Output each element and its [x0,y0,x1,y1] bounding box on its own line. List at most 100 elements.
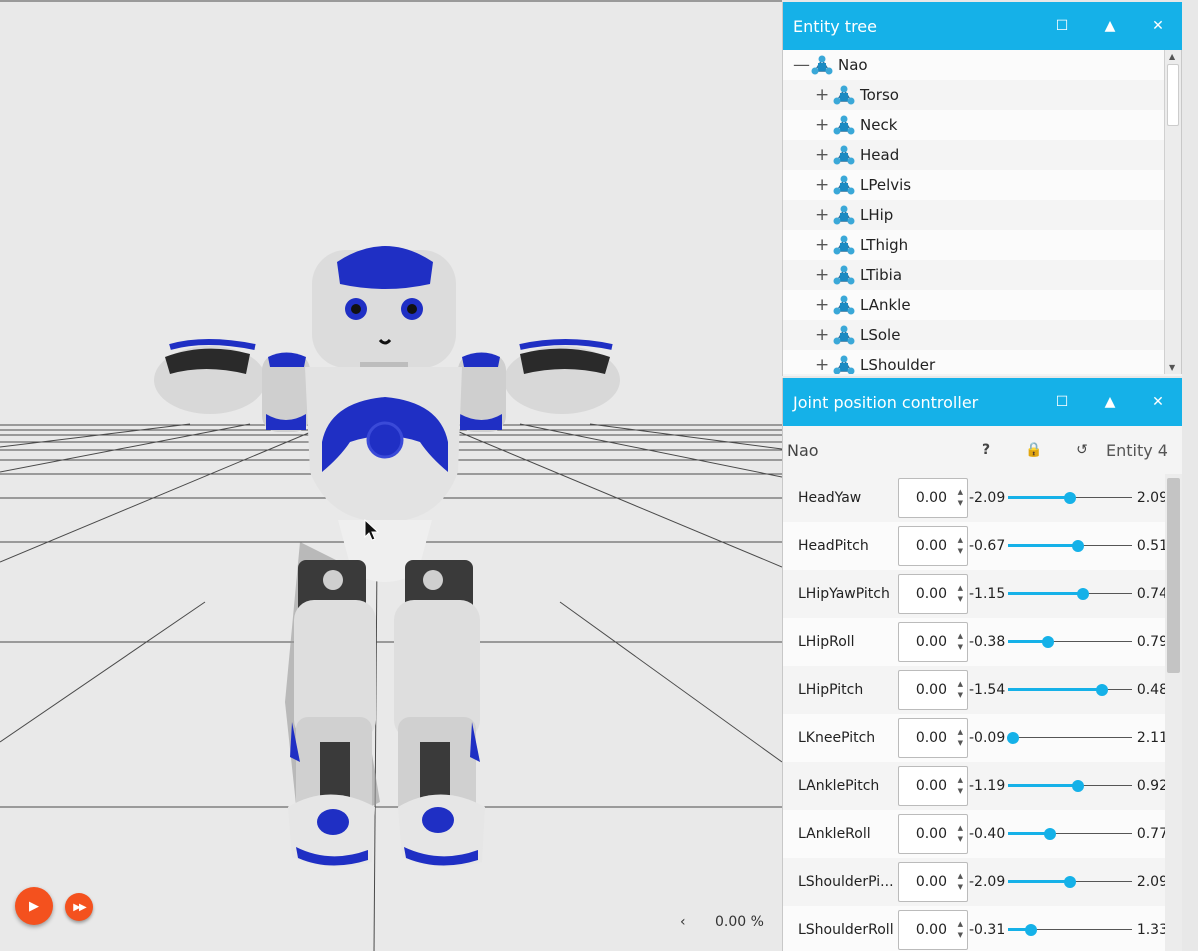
slider-knob[interactable] [1064,492,1076,504]
increment-icon[interactable]: ▲ [958,776,963,785]
joint-slider[interactable] [1008,920,1132,940]
scrollbar-thumb[interactable] [1167,64,1179,126]
tree-item-ltibia[interactable]: + LTibia [783,260,1181,290]
slider-knob[interactable] [1071,780,1084,792]
close-icon[interactable]: ✕ [1134,18,1182,34]
increment-icon[interactable]: ▲ [958,824,963,833]
decrement-icon[interactable]: ▼ [958,691,963,700]
expand-icon[interactable]: + [815,235,829,255]
joint-slider[interactable] [1008,680,1132,700]
help-button[interactable]: ? [962,442,1010,458]
slider-knob[interactable] [1096,684,1109,696]
joint-slider[interactable] [1008,776,1132,796]
tree-item-lthigh[interactable]: + LThigh [783,230,1181,260]
decrement-icon[interactable]: ▼ [958,499,963,508]
joint-name: LKneePitch [798,730,876,746]
close-icon[interactable]: ✕ [1134,394,1182,410]
joint-slider[interactable] [1008,584,1132,604]
joint-value-spinner[interactable]: 0.00 ▲ ▼ [898,910,968,950]
jpc-toolbar: Nao ? 🔒 ↺ Entity 4 [783,426,1182,474]
joint-value-spinner[interactable]: 0.00 ▲ ▼ [898,622,968,662]
collapse-tree-icon[interactable]: — [793,55,810,75]
expand-icon[interactable]: + [815,175,829,195]
increment-icon[interactable]: ▲ [958,536,963,545]
tree-item-lsole[interactable]: + LSole [783,320,1181,350]
scroll-up-icon[interactable]: ▲ [1169,52,1175,61]
tree-scrollbar[interactable]: ▲ ▼ [1164,50,1181,374]
joint-value-spinner[interactable]: 0.00 ▲ ▼ [898,670,968,710]
scrollbar-thumb[interactable] [1167,478,1180,673]
expand-icon[interactable]: + [815,355,829,374]
increment-icon[interactable]: ▲ [958,728,963,737]
tree-item-lhip[interactable]: + LHip [783,200,1181,230]
scene-canvas[interactable] [0,2,782,951]
collapse-icon[interactable]: ▲ [1086,18,1134,34]
maximize-icon[interactable]: ☐ [1038,394,1086,410]
chevron-left-icon[interactable]: ‹ [680,914,686,930]
expand-icon[interactable]: + [815,325,829,345]
slider-knob[interactable] [1042,636,1055,648]
tree-item-head[interactable]: + Head [783,140,1181,170]
joint-value-spinner[interactable]: 0.00 ▲ ▼ [898,478,968,518]
joint-slider[interactable] [1008,632,1132,652]
increment-icon[interactable]: ▲ [958,584,963,593]
maximize-icon[interactable]: ☐ [1038,18,1086,34]
increment-icon[interactable]: ▲ [958,680,963,689]
expand-icon[interactable]: + [815,295,829,315]
collapse-icon[interactable]: ▲ [1086,394,1134,410]
increment-icon[interactable]: ▲ [958,488,963,497]
slider-knob[interactable] [1025,924,1038,936]
tree-item-neck[interactable]: + Neck [783,110,1181,140]
joint-slider[interactable] [1008,824,1132,844]
joint-list-scrollbar[interactable] [1165,474,1182,951]
joint-name: HeadPitch [798,538,869,554]
entity-tree-list[interactable]: — Nao + Torso + Neck + Head + LPelvis + LHip + LThigh… [783,50,1182,374]
expand-icon[interactable]: + [815,145,829,165]
nao-robot-model[interactable] [154,246,620,867]
decrement-icon[interactable]: ▼ [958,787,963,796]
increment-icon[interactable]: ▲ [958,632,963,641]
decrement-icon[interactable]: ▼ [958,643,963,652]
scroll-down-icon[interactable]: ▼ [1169,363,1175,372]
decrement-icon[interactable]: ▼ [958,739,963,748]
tree-item-nao[interactable]: — Nao [783,50,1181,80]
joint-value-spinner[interactable]: 0.00 ▲ ▼ [898,718,968,758]
decrement-icon[interactable]: ▼ [958,547,963,556]
joint-value-spinner[interactable]: 0.00 ▲ ▼ [898,814,968,854]
decrement-icon[interactable]: ▼ [958,883,963,892]
joint-slider[interactable] [1008,488,1132,508]
joint-row: LAnkleRoll 0.00 ▲ ▼ -0.40 0.77 [783,810,1182,858]
joint-value-spinner[interactable]: 0.00 ▲ ▼ [898,574,968,614]
expand-icon[interactable]: + [815,265,829,285]
joint-value-spinner[interactable]: 0.00 ▲ ▼ [898,526,968,566]
decrement-icon[interactable]: ▼ [958,931,963,940]
decrement-icon[interactable]: ▼ [958,835,963,844]
joint-value-spinner[interactable]: 0.00 ▲ ▼ [898,862,968,902]
lock-icon[interactable]: 🔒 [1010,442,1058,458]
play-button[interactable]: ▶ [15,887,53,925]
tree-item-lpelvis[interactable]: + LPelvis [783,170,1181,200]
joint-list[interactable]: HeadYaw 0.00 ▲ ▼ -2.09 2.09 HeadPitch 0.00 ▲ ▼ -0.… [783,474,1182,951]
increment-icon[interactable]: ▲ [958,872,963,881]
slider-knob[interactable] [1077,588,1090,600]
tree-item-lshoulder[interactable]: + LShoulder [783,350,1181,374]
3d-viewport[interactable]: ▶ ▶▶ ‹ 0.00 % [0,0,782,951]
expand-icon[interactable]: + [815,115,829,135]
joint-slider[interactable] [1008,872,1132,892]
expand-icon[interactable]: + [815,205,829,225]
joint-slider[interactable] [1007,728,1132,748]
slider-knob[interactable] [1007,732,1020,744]
slider-knob[interactable] [1064,876,1076,888]
reset-icon[interactable]: ↺ [1058,442,1106,458]
tree-item-label: LPelvis [860,176,912,194]
slider-knob[interactable] [1044,828,1057,840]
tree-item-lankle[interactable]: + LAnkle [783,290,1181,320]
tree-item-torso[interactable]: + Torso [783,80,1181,110]
decrement-icon[interactable]: ▼ [958,595,963,604]
fast-forward-button[interactable]: ▶▶ [65,893,93,921]
slider-knob[interactable] [1072,540,1085,552]
joint-slider[interactable] [1008,536,1132,556]
joint-value-spinner[interactable]: 0.00 ▲ ▼ [898,766,968,806]
increment-icon[interactable]: ▲ [958,920,963,929]
expand-icon[interactable]: + [815,85,829,105]
